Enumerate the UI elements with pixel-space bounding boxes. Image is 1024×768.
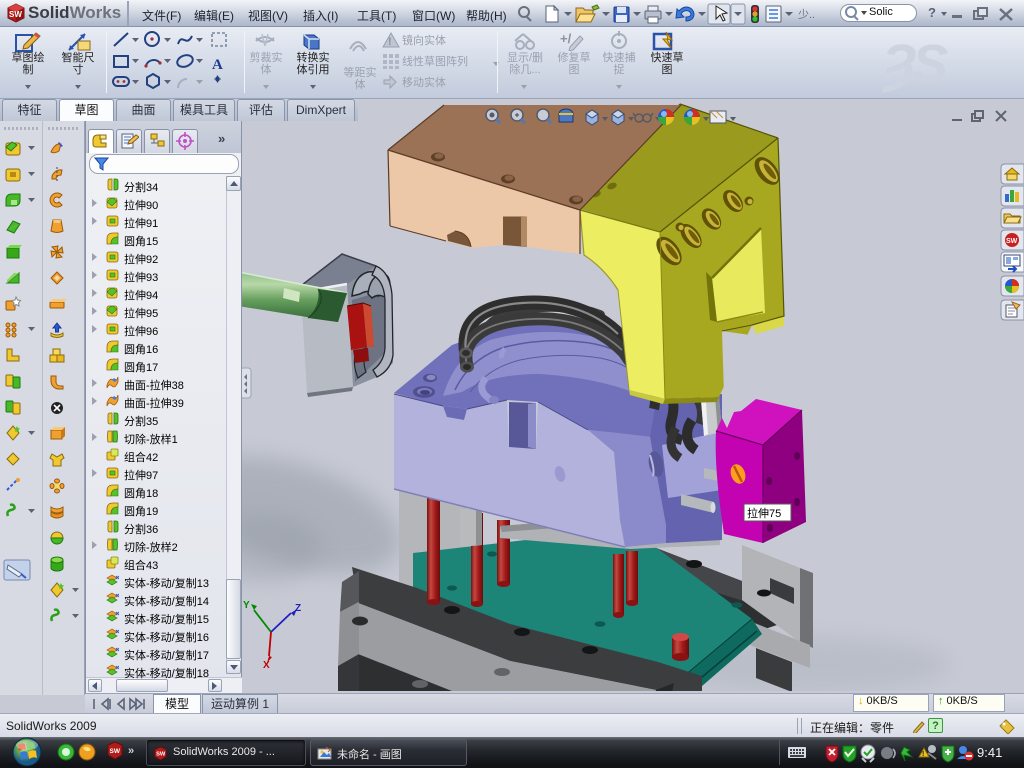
svg-text:少..: 少.. — [798, 8, 815, 21]
svg-text:X: X — [263, 660, 270, 671]
svg-text:!: ! — [388, 36, 392, 48]
svg-text:Y: Y — [243, 600, 250, 611]
svg-text:Z: Z — [295, 603, 301, 614]
svg-text:SW: SW — [1006, 238, 1018, 245]
svg-text:+/: +/ — [560, 31, 572, 46]
svg-text:SW: SW — [110, 748, 121, 755]
svg-text:A: A — [212, 57, 223, 73]
svg-text:拉伸75: 拉伸75 — [747, 506, 781, 520]
svg-text:SW: SW — [156, 752, 166, 758]
svg-text:SW: SW — [9, 10, 22, 19]
svg-text:»: » — [128, 745, 134, 757]
svg-text:!: ! — [922, 751, 924, 758]
